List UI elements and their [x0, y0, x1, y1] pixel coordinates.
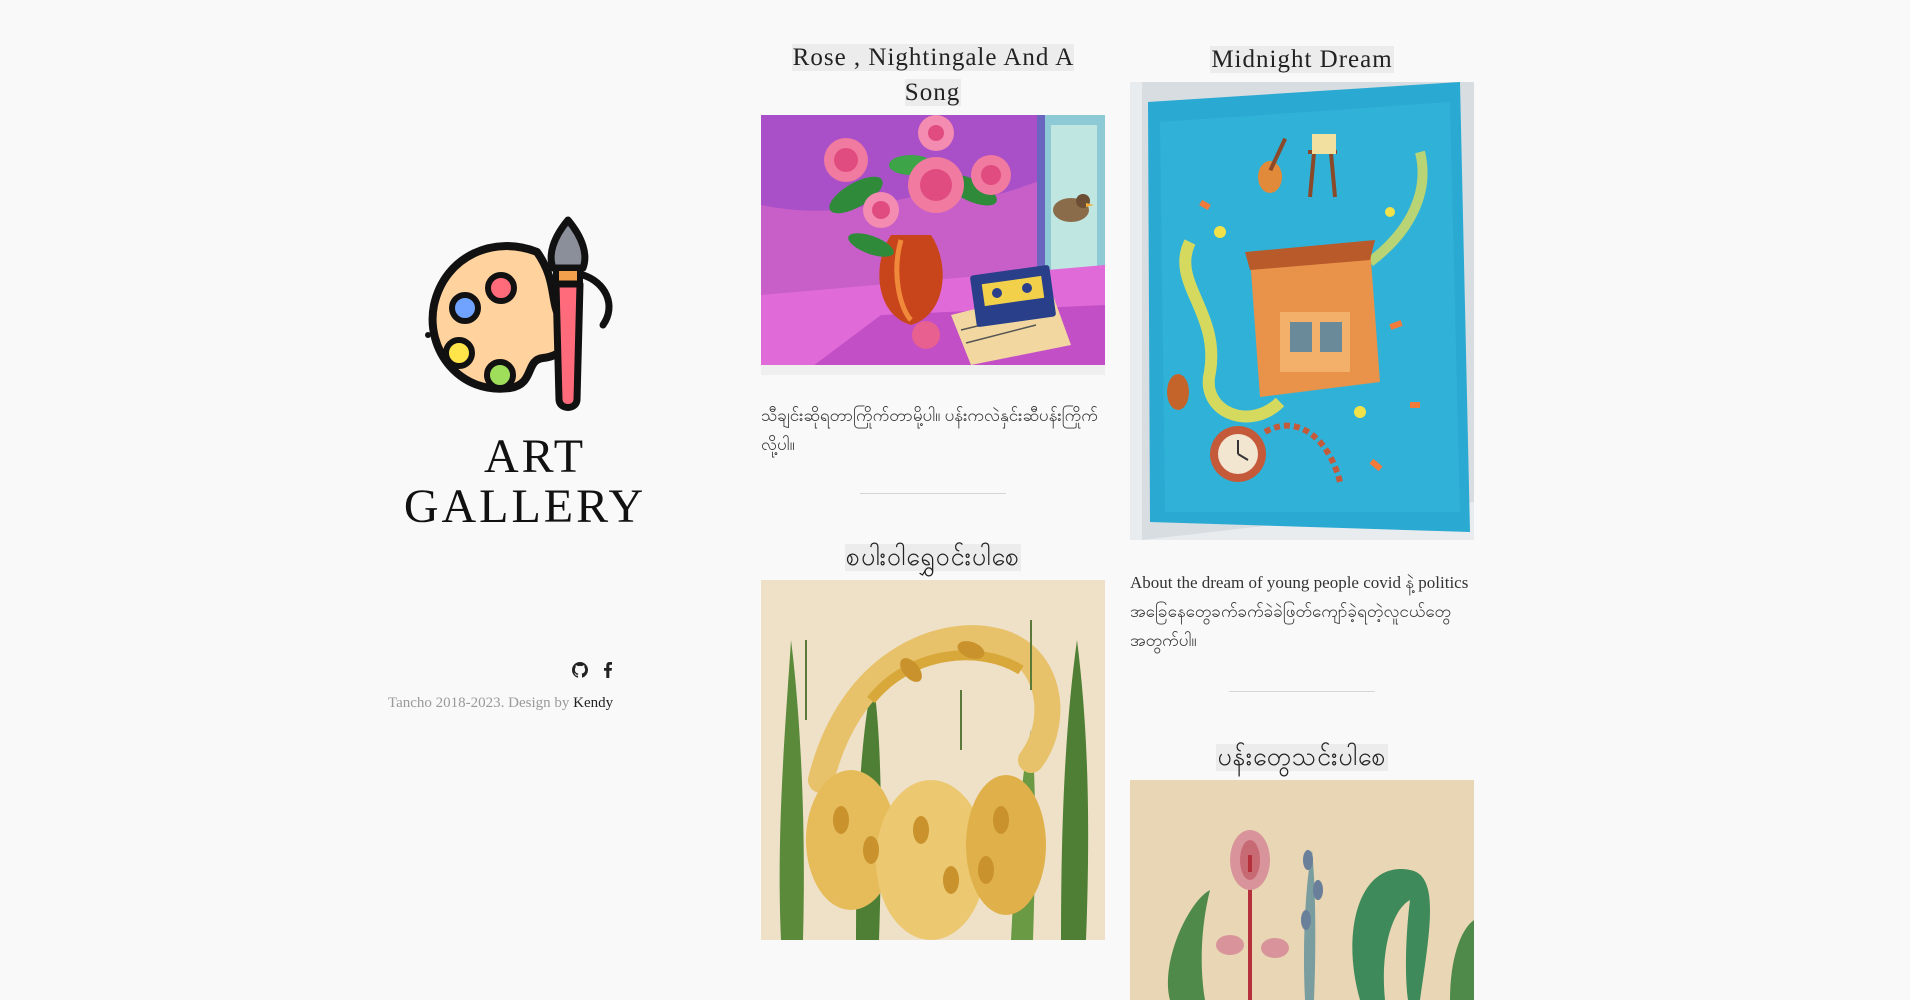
copyright-text: Tancho 2018-2023. Design by: [388, 695, 574, 711]
artwork-description: သီချင်းဆိုရတာကြိုက်တာမို့ပါ။ ပန်းကလဲနှင်…: [761, 406, 1098, 454]
palette-logo-icon[interactable]: [425, 210, 625, 425]
facebook-icon[interactable]: [602, 662, 614, 678]
footer-copyright: Tancho 2018-2023. Design by Kendy: [388, 695, 613, 712]
artwork-description: About the dream of young people covid နဲ…: [1130, 573, 1469, 650]
gallery-column-left: Rose , Nightingale And A Song သီချင်းဆို…: [761, 40, 1105, 940]
artwork-title[interactable]: Rose , Nightingale And A Song: [769, 40, 1097, 110]
site-title-line1: ART: [483, 430, 587, 483]
site-title[interactable]: ART GALLERY: [380, 432, 670, 532]
artwork-title[interactable]: ပန်းတွေသင်းပါစေ: [1138, 740, 1466, 775]
artwork-card: စပါးဝါရွှေဝင်းပါစေ: [761, 540, 1105, 940]
artwork-card: ပန်းတွေသင်းပါစေ: [1130, 740, 1474, 1000]
artwork-image-midnight-dream[interactable]: [1130, 82, 1474, 540]
card-divider: [1229, 691, 1375, 692]
artwork-card: Rose , Nightingale And A Song သီချင်းဆို…: [761, 40, 1105, 494]
artwork-card: Midnight Dream About the dream of young …: [1130, 42, 1474, 692]
artwork-image-roses[interactable]: [761, 115, 1105, 375]
gallery-column-right: Midnight Dream About the dream of young …: [1130, 42, 1474, 1000]
social-links: [572, 662, 614, 678]
card-divider: [860, 493, 1006, 494]
github-icon[interactable]: [572, 662, 588, 678]
artwork-image-flowers[interactable]: [1130, 780, 1474, 1000]
sidebar: ART GALLERY Tancho 2018-2023. Design by …: [380, 200, 700, 720]
artwork-title[interactable]: စပါးဝါရွှေဝင်းပါစေ: [769, 540, 1097, 575]
artwork-title[interactable]: Midnight Dream: [1138, 42, 1466, 77]
site-title-line2: GALLERY: [403, 480, 647, 533]
designer-link[interactable]: Kendy: [573, 695, 613, 711]
artwork-image-rice[interactable]: [761, 580, 1105, 940]
